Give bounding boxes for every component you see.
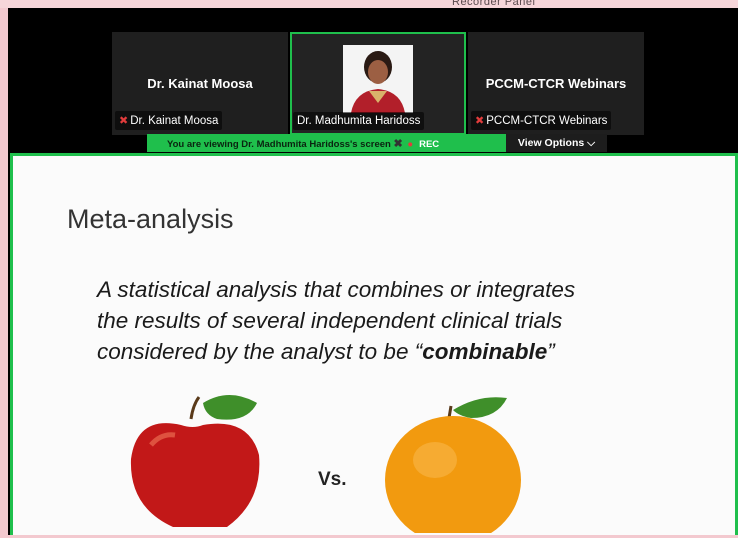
participant-tile-kainat[interactable]: Dr. Kainat Moosa ✖ Dr. Kainat Moosa [112, 32, 288, 135]
quote-mark: ” [547, 339, 555, 364]
view-options-label: View Options [517, 137, 585, 149]
rec-dot-icon: ● [407, 139, 414, 150]
participant-label: Dr. Madhumita Haridoss [293, 112, 425, 130]
screen-share-banner: You are viewing Dr. Madhumita Haridoss's… [147, 134, 607, 152]
slide-body-line: A statistical analysis that combines or … [97, 277, 576, 302]
apple-image [117, 389, 287, 534]
orange-image [379, 388, 559, 538]
mute-icon: ✖ [119, 115, 129, 127]
participant-name-title: Dr. Kainat Moosa [147, 76, 253, 91]
background-strip [0, 0, 738, 8]
participant-label: ✖ PCCM-CTCR Webinars [471, 111, 612, 130]
chevron-down-icon: ⌵ [587, 137, 596, 149]
view-options-button[interactable]: View Options ⌵ [506, 134, 607, 152]
meeting-window: Dr. Kainat Moosa ✖ Dr. Kainat Moosa Dr. M… [8, 8, 738, 538]
participant-tile-madhumita[interactable]: Dr. Madhumita Haridoss [290, 32, 466, 135]
slide-title: Meta-analysis [67, 204, 234, 234]
shared-screen: Meta-analysis A statistical analysis tha… [10, 153, 738, 538]
participant-label: ✖ Dr. Kainat Moosa [115, 111, 223, 130]
participant-name-title: PCCM-CTCR Webinars [485, 76, 627, 91]
viewing-status: You are viewing Dr. Madhumita Haridoss's… [167, 137, 439, 150]
viewing-text: You are viewing Dr. Madhumita Haridoss's… [167, 139, 391, 150]
versus-label: Vs. [318, 469, 347, 490]
participant-label-text: PCCM-CTCR Webinars [486, 115, 608, 127]
slide-body: A statistical analysis that combines or … [97, 274, 677, 367]
mute-icon: ✖ [475, 115, 485, 127]
slide-body-line: the results of several independent clini… [97, 308, 563, 333]
slide-body-emphasis: combinable [422, 339, 548, 364]
partial-top-text: Recorder Panel [452, 0, 536, 8]
mute-icon: ✖ [393, 138, 403, 150]
participant-label-text: Dr. Kainat Moosa [130, 115, 219, 127]
slide-body-text: considered by the analyst to be [97, 339, 415, 364]
rec-indicator: REC [419, 139, 440, 150]
slide-body-line: considered by the analyst to be “combina… [97, 336, 677, 367]
participant-label-text: Dr. Madhumita Haridoss [297, 115, 421, 127]
participant-photo [343, 45, 413, 113]
participant-tile-pccm[interactable]: PCCM-CTCR Webinars ✖ PCCM-CTCR Webinars [468, 32, 644, 135]
